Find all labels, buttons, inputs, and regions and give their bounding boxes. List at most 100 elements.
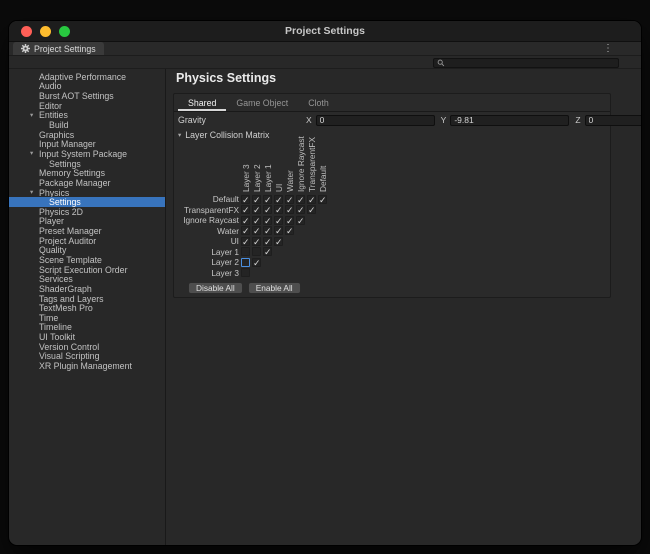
- minimize-button[interactable]: [40, 26, 51, 37]
- foldout-open-icon[interactable]: ▾: [30, 111, 33, 121]
- sidebar-item-label: Physics 2D: [39, 207, 83, 217]
- sidebar-item-textmesh-pro[interactable]: TextMesh Pro: [9, 303, 165, 313]
- gear-icon: [21, 44, 30, 53]
- sidebar-item-memory-settings[interactable]: Memory Settings: [9, 168, 165, 178]
- tab-cloth[interactable]: Cloth: [298, 94, 339, 111]
- gravity-x-input[interactable]: [316, 115, 435, 126]
- matrix-checkbox[interactable]: ✓: [274, 216, 283, 225]
- matrix-checkbox[interactable]: ✓: [252, 195, 261, 204]
- matrix-checkbox[interactable]: ✓: [285, 226, 294, 235]
- matrix-checkbox[interactable]: ✓: [241, 195, 250, 204]
- sidebar-item-editor[interactable]: Editor: [9, 101, 165, 111]
- layer-collision-matrix-foldout[interactable]: ▾ Layer Collision Matrix: [178, 130, 269, 140]
- sidebar-item-label: Burst AOT Settings: [39, 91, 114, 101]
- sidebar-item-settings[interactable]: Settings: [9, 197, 165, 207]
- matrix-checkbox[interactable]: ✓: [285, 205, 294, 214]
- sidebar-item-version-control[interactable]: Version Control: [9, 342, 165, 352]
- matrix-checkbox[interactable]: ✓: [241, 226, 250, 235]
- matrix-checkbox[interactable]: ✓: [252, 258, 261, 267]
- matrix-checkbox[interactable]: ✓: [274, 226, 283, 235]
- sidebar-item-label: Input Manager: [39, 139, 96, 149]
- sidebar-item-visual-scripting[interactable]: Visual Scripting: [9, 352, 165, 362]
- close-button[interactable]: [21, 26, 32, 37]
- foldout-open-icon[interactable]: ▾: [30, 188, 33, 198]
- matrix-checkbox[interactable]: ✓: [252, 226, 261, 235]
- sidebar-item-time[interactable]: Time: [9, 313, 165, 323]
- sidebar-item-player[interactable]: Player: [9, 217, 165, 227]
- matrix-checkbox[interactable]: [241, 247, 250, 256]
- matrix-checkbox[interactable]: ✓: [285, 195, 294, 204]
- sidebar-item-physics-2d[interactable]: Physics 2D: [9, 207, 165, 217]
- sidebar-item-input-manager[interactable]: Input Manager: [9, 139, 165, 149]
- sidebar-item-audio[interactable]: Audio: [9, 82, 165, 92]
- matrix-checkbox[interactable]: ✓: [307, 195, 316, 204]
- matrix-checkbox[interactable]: ✓: [263, 205, 272, 214]
- matrix-checkbox[interactable]: ✓: [274, 205, 283, 214]
- matrix-row-ignore-raycast: Ignore Raycast✓✓✓✓✓✓: [180, 215, 606, 226]
- matrix-checkbox[interactable]: [252, 247, 261, 256]
- sidebar-item-preset-manager[interactable]: Preset Manager: [9, 226, 165, 236]
- search-input[interactable]: [447, 58, 615, 67]
- sidebar-item-label: Services: [39, 274, 73, 284]
- zoom-button[interactable]: [59, 26, 70, 37]
- matrix-checkbox[interactable]: ✓: [263, 226, 272, 235]
- sidebar-item-timeline[interactable]: Timeline: [9, 323, 165, 333]
- sidebar-item-tags-and-layers[interactable]: Tags and Layers: [9, 294, 165, 304]
- matrix-checkbox[interactable]: ✓: [318, 195, 327, 204]
- matrix-checkbox[interactable]: ✓: [252, 237, 261, 246]
- sidebar-item-quality[interactable]: Quality: [9, 246, 165, 256]
- matrix-checkbox[interactable]: ✓: [296, 195, 305, 204]
- matrix-checkbox[interactable]: ✓: [263, 247, 272, 256]
- matrix-checkbox[interactable]: ✓: [263, 195, 272, 204]
- sidebar-item-xr-plugin-management[interactable]: XR Plugin Management: [9, 361, 165, 371]
- sidebar-item-graphics[interactable]: Graphics: [9, 130, 165, 140]
- matrix-col-water: Water: [285, 170, 295, 192]
- sidebar-item-burst-aot-settings[interactable]: Burst AOT Settings: [9, 91, 165, 101]
- foldout-open-icon[interactable]: ▾: [30, 149, 33, 159]
- sidebar-item-scene-template[interactable]: Scene Template: [9, 255, 165, 265]
- tab-game-object[interactable]: Game Object: [226, 94, 298, 111]
- matrix-checkbox[interactable]: ✓: [263, 237, 272, 246]
- gravity-y-input[interactable]: [450, 115, 569, 126]
- matrix-checkbox[interactable]: ✓: [274, 237, 283, 246]
- sidebar-item-label: Visual Scripting: [39, 351, 99, 361]
- sidebar-item-script-execution-order[interactable]: Script Execution Order: [9, 265, 165, 275]
- kebab-menu-icon[interactable]: ⋮: [603, 43, 613, 55]
- sidebar-item-physics[interactable]: ▾Physics: [9, 188, 165, 198]
- sidebar-item-entities[interactable]: ▾Entities: [9, 111, 165, 121]
- matrix-checkbox[interactable]: ✓: [252, 216, 261, 225]
- matrix-checkbox[interactable]: ✓: [241, 205, 250, 214]
- search-field[interactable]: [433, 58, 619, 68]
- sidebar-item-project-auditor[interactable]: Project Auditor: [9, 236, 165, 246]
- matrix-buttons: Disable All Enable All: [188, 282, 301, 294]
- tab-shared[interactable]: Shared: [178, 94, 226, 111]
- sidebar-item-adaptive-performance[interactable]: Adaptive Performance: [9, 72, 165, 82]
- matrix-checkbox[interactable]: ✓: [296, 216, 305, 225]
- matrix-checkbox[interactable]: ✓: [252, 205, 261, 214]
- sidebar-item-build[interactable]: Build: [9, 120, 165, 130]
- matrix-checkbox[interactable]: ✓: [274, 195, 283, 204]
- matrix-checkbox[interactable]: ✓: [307, 205, 316, 214]
- sidebar-item-ui-toolkit[interactable]: UI Toolkit: [9, 332, 165, 342]
- sidebar-item-settings[interactable]: Settings: [9, 159, 165, 169]
- matrix-col-layer-3: Layer 3: [241, 164, 251, 192]
- matrix-checkbox[interactable]: ✓: [285, 216, 294, 225]
- sidebar-item-label: XR Plugin Management: [39, 361, 132, 371]
- sidebar-item-label: Adaptive Performance: [39, 72, 126, 82]
- disable-all-button[interactable]: Disable All: [188, 282, 243, 294]
- matrix-row-layer-2: Layer 2✓: [180, 257, 606, 268]
- sidebar-item-package-manager[interactable]: Package Manager: [9, 178, 165, 188]
- sidebar-item-services[interactable]: Services: [9, 274, 165, 284]
- sidebar-item-input-system-package[interactable]: ▾Input System Package: [9, 149, 165, 159]
- matrix-checkbox[interactable]: ✓: [241, 216, 250, 225]
- gravity-z-input[interactable]: [585, 115, 642, 126]
- matrix-checkbox[interactable]: ✓: [263, 216, 272, 225]
- matrix-checkbox[interactable]: ✓: [296, 205, 305, 214]
- matrix-checkbox[interactable]: ✓: [241, 237, 250, 246]
- traffic-lights: [21, 26, 70, 37]
- dock-tab-project-settings[interactable]: Project Settings: [13, 42, 104, 55]
- sidebar-item-shadergraph[interactable]: ShaderGraph: [9, 284, 165, 294]
- matrix-checkbox[interactable]: [241, 268, 250, 277]
- enable-all-button[interactable]: Enable All: [248, 282, 301, 294]
- matrix-checkbox[interactable]: [241, 258, 250, 267]
